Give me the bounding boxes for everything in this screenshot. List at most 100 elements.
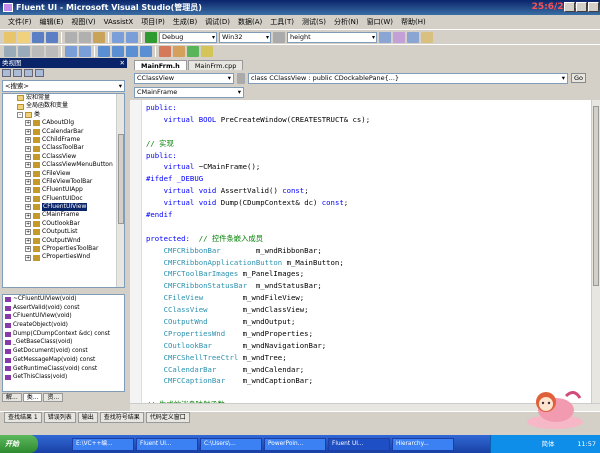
copy-icon[interactable] bbox=[79, 31, 91, 43]
taskbar-button[interactable]: Fluent UI... bbox=[136, 437, 198, 451]
settings-icon[interactable] bbox=[35, 69, 44, 77]
menu-item[interactable]: 视图(V) bbox=[67, 17, 99, 27]
expand-icon[interactable]: + bbox=[25, 187, 31, 194]
solution-explorer-icon[interactable] bbox=[393, 31, 405, 43]
expand-icon[interactable]: + bbox=[25, 162, 31, 169]
code-editor[interactable]: public: virtual BOOL PreCreateWindow(CRE… bbox=[130, 100, 591, 403]
redo-icon[interactable] bbox=[126, 31, 138, 43]
member-item[interactable]: GetThisClass(void) bbox=[3, 373, 124, 382]
expand-icon[interactable]: + bbox=[25, 145, 31, 152]
paste-icon[interactable] bbox=[93, 31, 105, 43]
taskbar-button[interactable]: E:\VC++编... bbox=[72, 437, 134, 451]
expand-icon[interactable]: + bbox=[25, 254, 31, 261]
class-view-icon[interactable] bbox=[4, 46, 16, 57]
input-language[interactable]: 简体 bbox=[542, 440, 555, 448]
member-item[interactable]: ~CFluentUIView(void) bbox=[3, 295, 124, 304]
tree-item[interactable]: + CClassView bbox=[3, 153, 124, 161]
expand-icon[interactable]: + bbox=[25, 170, 31, 177]
expand-icon[interactable]: + bbox=[25, 221, 31, 228]
tree-item[interactable]: + CPropertiesWnd bbox=[3, 253, 124, 261]
expand-icon[interactable]: + bbox=[25, 237, 31, 244]
tree-item[interactable]: + CFluentUIDoc bbox=[3, 195, 124, 203]
maximize-button[interactable] bbox=[576, 2, 587, 12]
tree-item[interactable]: + CFileViewToolBar bbox=[3, 178, 124, 186]
clear-bookmarks-icon[interactable] bbox=[140, 46, 152, 57]
back-icon[interactable] bbox=[13, 69, 22, 77]
tree-item[interactable]: + CChildFrame bbox=[3, 136, 124, 144]
close-panel-icon[interactable]: ✕ bbox=[120, 58, 125, 68]
toolbox-icon[interactable] bbox=[421, 31, 433, 43]
taskbar-button[interactable]: Fluent UI... bbox=[328, 437, 390, 451]
comment-icon[interactable] bbox=[65, 46, 77, 57]
tree-item[interactable]: + CFluentUIApp bbox=[3, 186, 124, 194]
new-project-icon[interactable] bbox=[4, 31, 16, 43]
minimize-button[interactable] bbox=[564, 2, 575, 12]
panel-tab[interactable]: 资... bbox=[43, 393, 64, 402]
member-item[interactable]: GetDocument(void) const bbox=[3, 347, 124, 356]
expand-icon[interactable]: + bbox=[25, 229, 31, 236]
menu-item[interactable]: 帮助(H) bbox=[397, 17, 430, 27]
output-tab[interactable]: 查找结果 1 bbox=[4, 412, 42, 423]
tree-item[interactable]: + CAboutDlg bbox=[3, 119, 124, 127]
va-goto-icon[interactable] bbox=[201, 46, 213, 57]
class-search-input[interactable]: <搜索> bbox=[2, 80, 125, 92]
member-item[interactable]: _GetBaseClass(void) bbox=[3, 338, 124, 347]
va-outline-icon[interactable] bbox=[173, 46, 185, 57]
menu-item[interactable]: 项目(P) bbox=[137, 17, 169, 27]
menu-item[interactable]: VAssistX bbox=[100, 18, 138, 26]
go-button[interactable]: Go bbox=[571, 73, 587, 83]
expand-icon[interactable]: + bbox=[25, 128, 31, 135]
start-button[interactable]: 开始 bbox=[0, 435, 38, 453]
expand-icon[interactable]: + bbox=[25, 246, 31, 253]
va-refactor-icon[interactable] bbox=[187, 46, 199, 57]
output-tab[interactable]: 输出 bbox=[77, 412, 98, 423]
menu-item[interactable]: 调试(D) bbox=[201, 17, 234, 27]
tree-item[interactable]: + CFileView bbox=[3, 170, 124, 178]
uncomment-icon[interactable] bbox=[79, 46, 91, 57]
bookmark-icon[interactable] bbox=[98, 46, 110, 57]
code-text[interactable]: public: virtual BOOL PreCreateWindow(CRE… bbox=[146, 102, 591, 403]
va-icon[interactable] bbox=[159, 46, 171, 57]
menu-item[interactable]: 分析(N) bbox=[330, 17, 363, 27]
save-all-icon[interactable] bbox=[46, 31, 58, 43]
open-file-icon[interactable] bbox=[18, 31, 30, 43]
menu-item[interactable]: 测试(S) bbox=[298, 17, 330, 27]
tree-item[interactable]: + COutputWnd bbox=[3, 237, 124, 245]
tree-item[interactable]: + CCalendarBar bbox=[3, 128, 124, 136]
expand-icon[interactable]: + bbox=[25, 120, 31, 127]
tree-item[interactable]: + CMainFrame bbox=[3, 211, 124, 219]
member-item[interactable]: GetRuntimeClass(void) const bbox=[3, 365, 124, 374]
find-combo[interactable]: height bbox=[287, 31, 377, 43]
member-item[interactable]: CreateObject(void) bbox=[3, 321, 124, 330]
cut-icon[interactable] bbox=[65, 31, 77, 43]
tree-item[interactable]: + CFluentUIView bbox=[3, 203, 124, 212]
tree-item[interactable]: + CClassViewMenuButton bbox=[3, 161, 124, 169]
forward-icon[interactable] bbox=[24, 69, 33, 77]
find-in-files-icon[interactable] bbox=[379, 31, 391, 43]
tree-item[interactable]: + CPropertiesToolBar bbox=[3, 245, 124, 253]
expand-icon[interactable]: + bbox=[25, 137, 31, 144]
menu-item[interactable]: 窗口(W) bbox=[363, 17, 397, 27]
output-tab[interactable]: 错误列表 bbox=[43, 412, 76, 423]
document-tab[interactable]: MainFrm.cpp bbox=[187, 60, 244, 70]
start-debug-icon[interactable] bbox=[145, 31, 157, 43]
menu-item[interactable]: 生成(B) bbox=[169, 17, 201, 27]
menu-item[interactable]: 数据(A) bbox=[234, 17, 266, 27]
editor-vertical-scrollbar[interactable] bbox=[591, 100, 600, 403]
class-dropdown[interactable]: CClassView bbox=[134, 72, 234, 84]
member-item[interactable]: Dump(CDumpContext &dc) const bbox=[3, 330, 124, 339]
next-bookmark-icon[interactable] bbox=[126, 46, 138, 57]
undo-icon[interactable] bbox=[112, 31, 124, 43]
expand-icon[interactable]: + bbox=[25, 212, 31, 219]
panel-tab[interactable]: 解... bbox=[2, 393, 22, 402]
output-tab[interactable]: 查找符号结果 bbox=[99, 412, 144, 423]
member-item[interactable]: GetMessageMap(void) const bbox=[3, 356, 124, 365]
refresh-icon[interactable] bbox=[237, 72, 245, 84]
menu-item[interactable]: 工具(T) bbox=[266, 17, 298, 27]
find-icon[interactable] bbox=[273, 31, 285, 43]
panel-tab[interactable]: 类... bbox=[22, 393, 43, 402]
menu-item[interactable]: 编辑(E) bbox=[36, 17, 68, 27]
expand-icon[interactable]: + bbox=[25, 153, 31, 160]
output-tab[interactable]: 代码定义窗口 bbox=[145, 412, 190, 423]
prev-bookmark-icon[interactable] bbox=[112, 46, 124, 57]
